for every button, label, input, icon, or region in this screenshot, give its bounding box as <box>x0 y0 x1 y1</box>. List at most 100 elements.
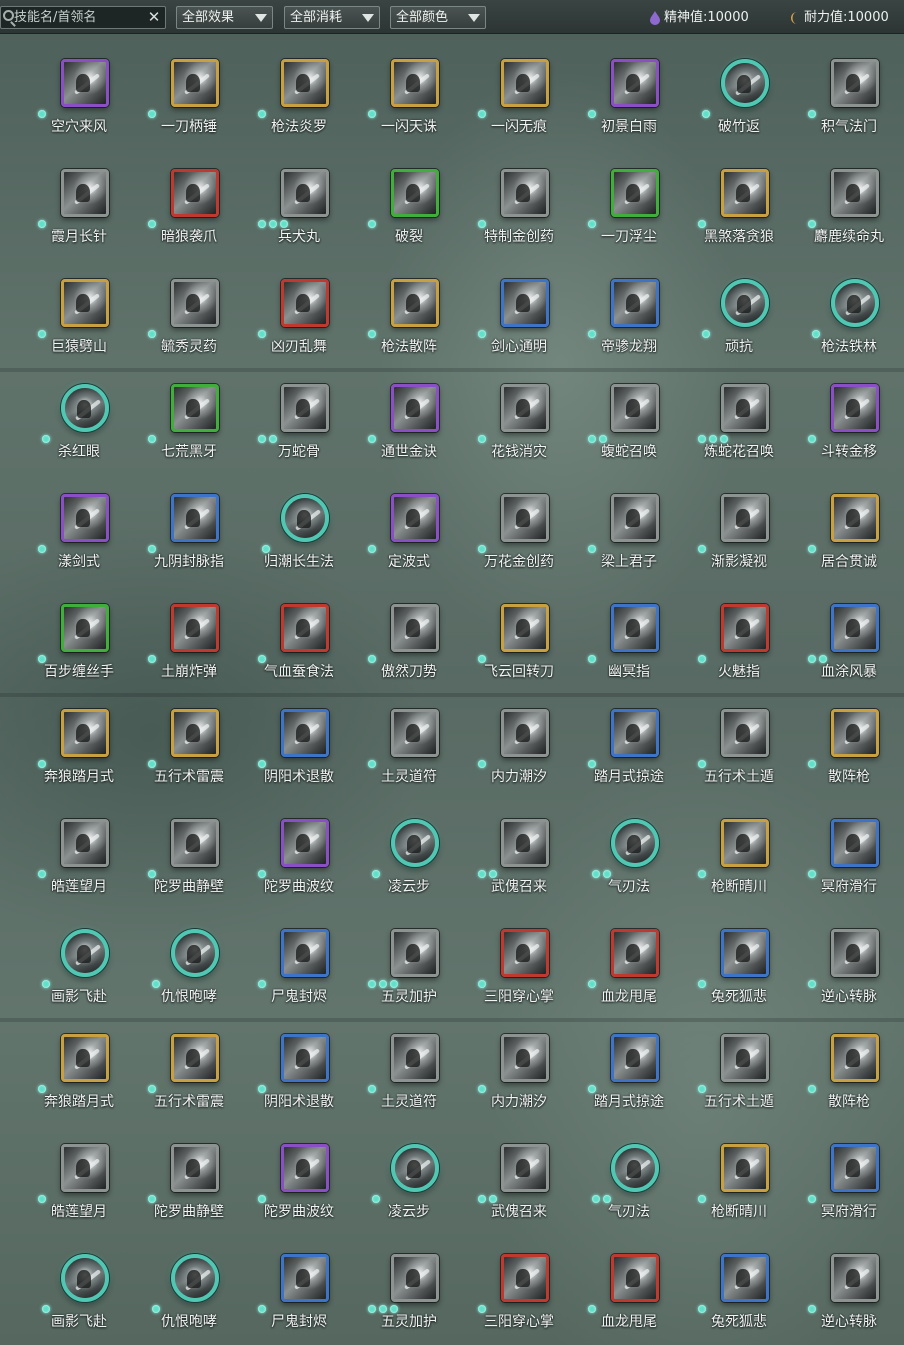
skill-card[interactable]: 气刃法 <box>574 1140 684 1230</box>
skill-card[interactable]: 暗狼袭爪 <box>134 165 244 255</box>
skill-icon[interactable] <box>281 929 329 977</box>
skill-icon[interactable] <box>721 604 769 652</box>
skill-card[interactable]: 帝骖龙翔 <box>574 275 684 365</box>
skill-card[interactable]: 冥府滑行 <box>794 815 904 905</box>
skill-icon[interactable] <box>611 169 659 217</box>
skill-icon[interactable] <box>391 929 439 977</box>
skill-icon[interactable] <box>61 929 109 977</box>
skill-icon[interactable] <box>831 709 879 757</box>
skill-card[interactable]: 血龙甩尾 <box>574 925 684 1015</box>
skill-card[interactable]: 通世金诀 <box>354 380 464 470</box>
skill-card[interactable]: 梁上君子 <box>574 490 684 580</box>
skill-card[interactable]: 尸鬼封烬 <box>244 925 354 1015</box>
skill-icon[interactable] <box>501 169 549 217</box>
skill-card[interactable]: 土灵道符 <box>354 705 464 795</box>
skill-card[interactable]: 内力潮汐 <box>464 1030 574 1120</box>
skill-card[interactable]: 凌云步 <box>354 815 464 905</box>
skill-icon[interactable] <box>611 494 659 542</box>
skill-icon[interactable] <box>831 1034 879 1082</box>
skill-card[interactable]: 凶刃乱舞 <box>244 275 354 365</box>
skill-card[interactable]: 仇恨咆哮 <box>134 1250 244 1340</box>
skill-icon[interactable] <box>501 709 549 757</box>
skill-card[interactable]: 定波式 <box>354 490 464 580</box>
skill-card[interactable]: 画影飞赴 <box>24 1250 134 1340</box>
skill-card[interactable]: 皓莲望月 <box>24 815 134 905</box>
skill-card[interactable]: 特制金创药 <box>464 165 574 255</box>
effect-filter-dropdown[interactable]: 全部效果 <box>176 6 273 29</box>
skill-icon[interactable] <box>281 494 329 542</box>
skill-card[interactable]: 武傀召来 <box>464 815 574 905</box>
skill-icon[interactable] <box>171 279 219 327</box>
skill-card[interactable]: 散阵枪 <box>794 705 904 795</box>
skill-icon[interactable] <box>391 1144 439 1192</box>
skill-icon[interactable] <box>721 819 769 867</box>
skill-icon[interactable] <box>281 1144 329 1192</box>
skill-card[interactable]: 奔狼踏月式 <box>24 1030 134 1120</box>
skill-icon[interactable] <box>61 279 109 327</box>
skill-card[interactable]: 陀罗曲静壁 <box>134 815 244 905</box>
skill-card[interactable]: 皓莲望月 <box>24 1140 134 1230</box>
skill-card[interactable]: 五灵加护 <box>354 925 464 1015</box>
skill-card[interactable]: 气血蚕食法 <box>244 600 354 690</box>
skill-card[interactable]: 一刀浮尘 <box>574 165 684 255</box>
skill-card[interactable]: 斗转金移 <box>794 380 904 470</box>
skill-icon[interactable] <box>611 1254 659 1302</box>
skill-card[interactable]: 枪法铁林 <box>794 275 904 365</box>
skill-card[interactable]: 枪法炎罗 <box>244 55 354 145</box>
skill-card[interactable]: 气刃法 <box>574 815 684 905</box>
skill-card[interactable]: 渐影凝视 <box>684 490 794 580</box>
skill-card[interactable]: 枪断晴川 <box>684 1140 794 1230</box>
search-input[interactable] <box>14 7 144 28</box>
skill-card[interactable]: 霞月长针 <box>24 165 134 255</box>
skill-icon[interactable] <box>721 1034 769 1082</box>
skill-icon[interactable] <box>501 604 549 652</box>
skill-icon[interactable] <box>611 929 659 977</box>
skill-icon[interactable] <box>721 59 769 107</box>
skill-icon[interactable] <box>391 494 439 542</box>
skill-icon[interactable] <box>61 819 109 867</box>
skill-icon[interactable] <box>831 1254 879 1302</box>
skill-icon[interactable] <box>391 169 439 217</box>
skill-card[interactable]: 兔死狐悲 <box>684 1250 794 1340</box>
skill-card[interactable]: 尸鬼封烬 <box>244 1250 354 1340</box>
skill-icon[interactable] <box>391 709 439 757</box>
skill-icon[interactable] <box>721 1254 769 1302</box>
skill-icon[interactable] <box>831 494 879 542</box>
skill-card[interactable]: 蝮蛇召唤 <box>574 380 684 470</box>
skill-icon[interactable] <box>281 1254 329 1302</box>
skill-card[interactable]: 杀红眼 <box>24 380 134 470</box>
skill-card[interactable]: 陀罗曲波纹 <box>244 815 354 905</box>
skill-icon[interactable] <box>831 279 879 327</box>
skill-card[interactable]: 剑心通明 <box>464 275 574 365</box>
skill-card[interactable]: 一闪天诛 <box>354 55 464 145</box>
skill-icon[interactable] <box>831 1144 879 1192</box>
skill-icon[interactable] <box>721 494 769 542</box>
skill-icon[interactable] <box>501 1034 549 1082</box>
skill-icon[interactable] <box>171 1034 219 1082</box>
skill-card[interactable]: 一刀柄锤 <box>134 55 244 145</box>
skill-card[interactable]: 毓秀灵药 <box>134 275 244 365</box>
skill-icon[interactable] <box>171 929 219 977</box>
skill-icon[interactable] <box>281 279 329 327</box>
skill-card[interactable]: 破裂 <box>354 165 464 255</box>
skill-card[interactable]: 逆心转脉 <box>794 1250 904 1340</box>
skill-card[interactable]: 五灵加护 <box>354 1250 464 1340</box>
skill-icon[interactable] <box>611 819 659 867</box>
skill-card[interactable]: 三阳穿心掌 <box>464 1250 574 1340</box>
skill-icon[interactable] <box>501 1144 549 1192</box>
skill-icon[interactable] <box>281 59 329 107</box>
skill-card[interactable]: 黑煞落贪狼 <box>684 165 794 255</box>
skill-icon[interactable] <box>611 1034 659 1082</box>
skill-icon[interactable] <box>611 384 659 432</box>
cost-filter-dropdown[interactable]: 全部消耗 <box>284 6 380 29</box>
skill-card[interactable]: 巨猿劈山 <box>24 275 134 365</box>
skill-icon[interactable] <box>171 1254 219 1302</box>
skill-card[interactable]: 血龙甩尾 <box>574 1250 684 1340</box>
skill-card[interactable]: 踏月式掠途 <box>574 705 684 795</box>
skill-card[interactable]: 五行术雷震 <box>134 1030 244 1120</box>
skill-icon[interactable] <box>171 819 219 867</box>
skill-icon[interactable] <box>61 709 109 757</box>
skill-card[interactable]: 土崩炸弹 <box>134 600 244 690</box>
skill-icon[interactable] <box>391 1254 439 1302</box>
skill-icon[interactable] <box>721 279 769 327</box>
